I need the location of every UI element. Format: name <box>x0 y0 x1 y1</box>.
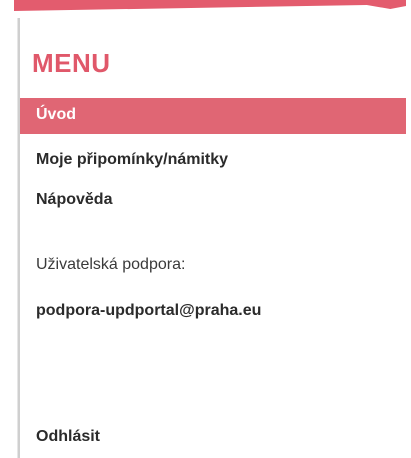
logout-link[interactable]: Odhlásit <box>36 428 100 446</box>
top-accent-bar <box>14 0 406 11</box>
menu-heading: MENU <box>32 48 111 78</box>
support-label: Uživatelská podpora: <box>36 256 186 273</box>
menu-item-napoveda[interactable]: Nápověda <box>20 180 406 220</box>
support-email-link[interactable]: podpora-updportal@praha.eu <box>36 302 261 320</box>
menu-item-moje-pripominky[interactable]: Moje připomínky/námitky <box>20 140 406 180</box>
menu-item-uvod[interactable]: Úvod <box>20 98 406 134</box>
sidebar-menu-panel: MENU Úvod Moje připomínky/námitky Nápově… <box>18 18 408 458</box>
menu-list: Úvod Moje připomínky/námitky Nápověda <box>20 98 406 220</box>
